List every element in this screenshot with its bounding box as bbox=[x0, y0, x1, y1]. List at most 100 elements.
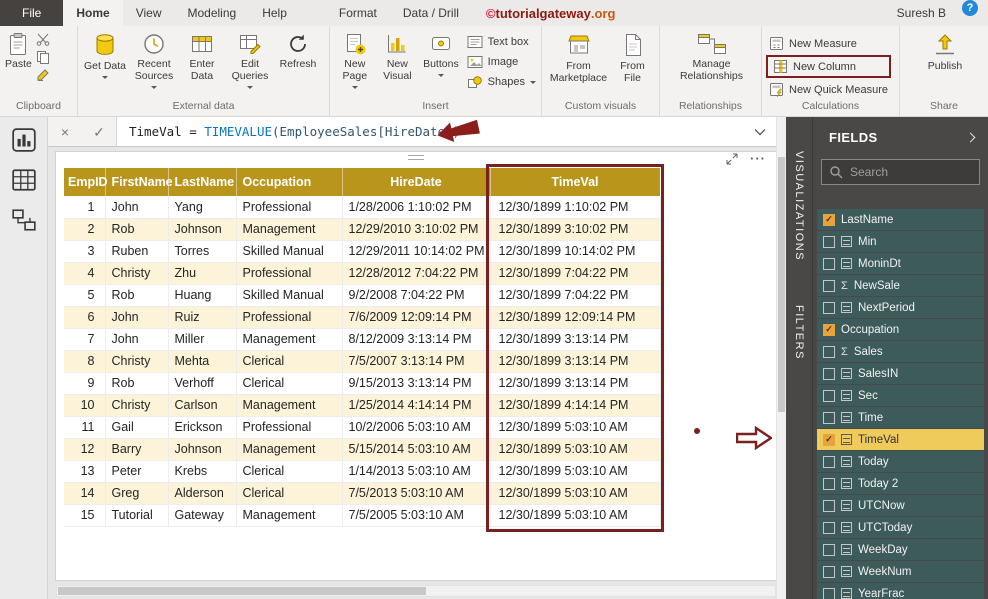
field-item[interactable]: Sec bbox=[817, 385, 984, 406]
data-view-icon[interactable] bbox=[11, 167, 37, 193]
field-checkbox[interactable] bbox=[823, 213, 835, 226]
buttons-button[interactable]: Buttons bbox=[419, 30, 463, 79]
filters-panel-tab[interactable]: FILTERS bbox=[793, 305, 805, 360]
manage-relationships-button[interactable]: Manage Relationships bbox=[670, 30, 754, 85]
table-row[interactable]: 10 Christy Carlson Management 1/25/2014 … bbox=[64, 394, 661, 417]
field-item[interactable]: NextPeriod bbox=[817, 297, 984, 318]
model-view-icon[interactable] bbox=[11, 207, 37, 233]
user-name[interactable]: Suresh B bbox=[897, 0, 946, 26]
field-checkbox[interactable] bbox=[823, 279, 835, 292]
field-checkbox[interactable] bbox=[823, 433, 835, 446]
tab-help[interactable]: Help bbox=[249, 0, 300, 26]
enter-data-button[interactable]: Enter Data bbox=[180, 30, 224, 85]
text-box-button[interactable]: Text box bbox=[464, 33, 539, 51]
tab-format[interactable]: Format bbox=[326, 0, 390, 26]
collapse-fields-panel-icon[interactable] bbox=[965, 132, 976, 142]
tab-data-drill[interactable]: Data / Drill bbox=[390, 0, 472, 26]
field-checkbox[interactable] bbox=[823, 411, 835, 424]
field-item[interactable]: Sales bbox=[817, 341, 984, 362]
cut-icon[interactable] bbox=[36, 32, 50, 46]
field-item[interactable]: UTCNow bbox=[817, 495, 984, 516]
field-item[interactable]: WeekDay bbox=[817, 539, 984, 560]
field-item[interactable]: Today 2 bbox=[817, 473, 984, 494]
field-item[interactable]: WeekNum bbox=[817, 561, 984, 582]
new-page-button[interactable]: New Page bbox=[334, 30, 376, 91]
field-item[interactable]: LastName bbox=[817, 209, 984, 230]
vertical-scrollbar[interactable] bbox=[776, 117, 786, 599]
table-row[interactable]: 4 Christy Zhu Professional 12/28/2012 7:… bbox=[64, 262, 661, 285]
table-row[interactable]: 14 Greg Alderson Clerical 7/5/2013 5:03:… bbox=[64, 482, 661, 505]
new-quick-measure-button[interactable]: New Quick Measure bbox=[766, 80, 891, 99]
table-row[interactable]: 8 Christy Mehta Clerical 7/5/2007 3:13:1… bbox=[64, 350, 661, 373]
vertical-scroll-thumb[interactable] bbox=[778, 157, 785, 412]
commit-formula-button[interactable]: ✓ bbox=[82, 118, 116, 146]
field-checkbox[interactable] bbox=[823, 543, 835, 556]
report-view-icon[interactable] bbox=[11, 127, 37, 153]
refresh-button[interactable]: Refresh bbox=[276, 30, 320, 73]
table-row[interactable]: 11 Gail Erickson Professional 10/2/2006 … bbox=[64, 416, 661, 439]
field-checkbox[interactable] bbox=[823, 345, 835, 358]
new-measure-button[interactable]: New Measure bbox=[766, 34, 891, 53]
image-button[interactable]: Image bbox=[464, 53, 539, 71]
column-header[interactable]: HireDate bbox=[342, 168, 491, 196]
column-header[interactable]: TimeVal bbox=[490, 168, 661, 196]
table-row[interactable]: 6 John Ruiz Professional 7/6/2009 12:09:… bbox=[64, 306, 661, 329]
table-row[interactable]: 1 John Yang Professional 1/28/2006 1:10:… bbox=[64, 196, 661, 219]
field-item[interactable]: NewSale bbox=[817, 275, 984, 296]
field-checkbox[interactable] bbox=[823, 455, 835, 468]
format-painter-icon[interactable] bbox=[36, 68, 50, 82]
paste-button[interactable]: Paste bbox=[4, 30, 33, 73]
formula-input[interactable]: TimeVal = TIMEVALUE(EmployeeSales[HireDa… bbox=[117, 124, 460, 139]
expand-formula-bar-icon[interactable] bbox=[754, 128, 766, 136]
field-checkbox[interactable] bbox=[823, 301, 835, 314]
from-file-button[interactable]: From File bbox=[613, 30, 653, 87]
cancel-formula-button[interactable]: × bbox=[48, 118, 82, 146]
field-checkbox[interactable] bbox=[823, 477, 835, 490]
fields-search-input[interactable] bbox=[821, 159, 980, 185]
column-header[interactable]: Occupation bbox=[236, 168, 343, 196]
table-row[interactable]: 15 Tutorial Gateway Management 7/5/2005 … bbox=[64, 504, 661, 527]
table-row[interactable]: 13 Peter Krebs Clerical 1/14/2013 5:03:1… bbox=[64, 460, 661, 483]
field-checkbox[interactable] bbox=[823, 389, 835, 402]
drag-handle[interactable] bbox=[408, 155, 424, 162]
edit-queries-button[interactable]: Edit Queries bbox=[225, 30, 275, 91]
field-item[interactable]: YearFrac bbox=[817, 583, 984, 599]
table-row[interactable]: 12 Barry Johnson Management 5/15/2014 5:… bbox=[64, 438, 661, 461]
column-header[interactable]: LastName bbox=[168, 168, 237, 196]
tab-file[interactable]: File bbox=[0, 0, 64, 26]
field-checkbox[interactable] bbox=[823, 235, 835, 248]
field-checkbox[interactable] bbox=[823, 323, 835, 336]
field-checkbox[interactable] bbox=[823, 257, 835, 270]
table-row[interactable]: 7 John Miller Management 8/12/2009 3:13:… bbox=[64, 328, 661, 351]
horizontal-scrollbar[interactable] bbox=[56, 585, 776, 597]
help-icon[interactable]: ? bbox=[962, 0, 978, 16]
field-checkbox[interactable] bbox=[823, 367, 835, 380]
column-header[interactable]: FirstName bbox=[105, 168, 173, 196]
table-row[interactable]: 5 Rob Huang Skilled Manual 9/2/2008 7:04… bbox=[64, 284, 661, 307]
field-item[interactable]: MoninDt bbox=[817, 253, 984, 274]
more-options-icon[interactable]: ··· bbox=[750, 152, 766, 165]
tab-home[interactable]: Home bbox=[63, 0, 123, 26]
table-row[interactable]: 9 Rob Verhoff Clerical 9/15/2013 3:13:14… bbox=[64, 372, 661, 395]
field-item[interactable]: Min bbox=[817, 231, 984, 252]
new-visual-button[interactable]: New Visual bbox=[377, 30, 419, 85]
recent-sources-button[interactable]: Recent Sources bbox=[129, 30, 179, 91]
field-item[interactable]: SalesIN bbox=[817, 363, 984, 384]
table-row[interactable]: 3 Ruben Torres Skilled Manual 12/29/2011… bbox=[64, 240, 661, 263]
field-item[interactable]: UTCToday bbox=[817, 517, 984, 538]
focus-mode-icon[interactable] bbox=[726, 153, 738, 165]
new-column-button[interactable]: New Column bbox=[770, 57, 879, 76]
field-item[interactable]: Today bbox=[817, 451, 984, 472]
column-header[interactable]: EmpID bbox=[64, 168, 108, 196]
field-checkbox[interactable] bbox=[823, 565, 835, 578]
get-data-button[interactable]: Get Data bbox=[82, 30, 128, 81]
field-item[interactable]: Occupation bbox=[817, 319, 984, 340]
publish-button[interactable]: Publish bbox=[922, 30, 968, 75]
visualizations-panel-tab[interactable]: VISUALIZATIONS bbox=[793, 151, 805, 261]
shapes-button[interactable]: Shapes bbox=[464, 73, 539, 91]
field-checkbox[interactable] bbox=[823, 499, 835, 512]
horizontal-scroll-thumb[interactable] bbox=[58, 587, 426, 595]
copy-icon[interactable] bbox=[36, 50, 50, 64]
field-checkbox[interactable] bbox=[823, 521, 835, 534]
field-item[interactable]: TimeVal bbox=[817, 429, 984, 450]
